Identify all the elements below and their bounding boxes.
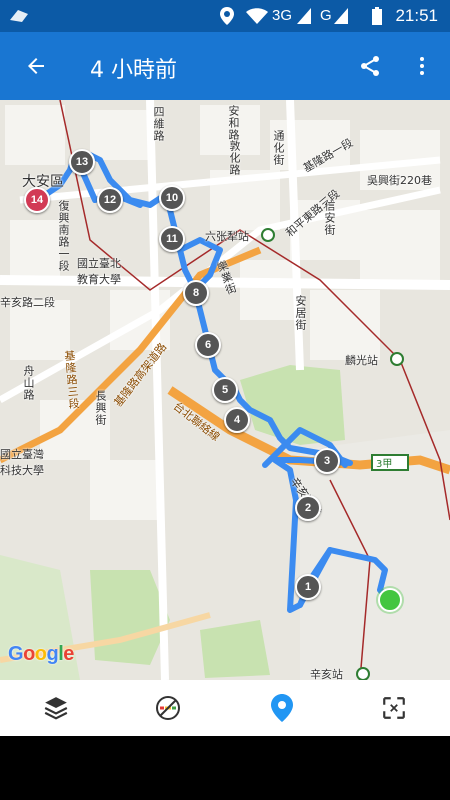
wifi-icon <box>246 8 268 24</box>
map-label-ntust-1: 國立臺灣 <box>0 448 44 461</box>
battery-icon <box>372 7 382 25</box>
map-label-tongye: 通化街 <box>272 130 285 166</box>
track-marker-4[interactable]: 4 <box>224 407 250 433</box>
overflow-menu-button[interactable] <box>394 32 450 100</box>
map-label-liuzhangli: 六张犁站 <box>205 230 249 243</box>
track-marker-8[interactable]: 8 <box>183 280 209 306</box>
map-label-route3: 3甲 <box>376 459 393 470</box>
layers-icon <box>44 697 68 720</box>
map-label-ntue-1: 國立臺北 <box>77 257 121 270</box>
status-bar: 3G G 21:51 <box>0 0 450 32</box>
map-label-xinhai-station: 辛亥站 <box>310 668 343 680</box>
traffic-toggle-button[interactable] <box>112 680 224 736</box>
clock: 21:51 <box>395 6 438 25</box>
mrt-xinhai-icon <box>356 667 370 680</box>
track-marker-12[interactable]: 12 <box>97 187 123 213</box>
more-vert-icon <box>420 57 424 75</box>
map-label-ntue: 教育大學 <box>77 273 121 286</box>
map-label-xinyi: 信安街 <box>323 200 336 236</box>
share-button[interactable] <box>342 32 398 100</box>
fullscreen-button[interactable] <box>338 680 450 736</box>
back-button[interactable] <box>8 32 64 100</box>
fullscreen-icon <box>383 697 405 719</box>
track-marker-13[interactable]: 13 <box>69 149 95 175</box>
track-marker-6[interactable]: 6 <box>195 332 221 358</box>
share-icon <box>361 56 379 76</box>
track-marker-11[interactable]: 11 <box>159 226 185 252</box>
app-bar: 4 小時前 <box>0 32 450 100</box>
track-marker-3[interactable]: 3 <box>314 448 340 474</box>
layers-button[interactable] <box>0 680 112 736</box>
signal-icon-2 <box>334 8 348 24</box>
location-status-icon <box>220 7 234 25</box>
mrt-liuzhangli-icon <box>261 228 275 242</box>
map-view[interactable]: 大安區 復興南路一段 國立臺北 教育大學 辛亥路二段 舟山路 基隆路三段 基隆路… <box>0 100 450 680</box>
map-label-fuxing: 復興南路一段 <box>57 200 70 272</box>
map-label-anhe: 安和路 <box>227 105 240 141</box>
track-end-point[interactable] <box>378 588 402 612</box>
map-label-anju: 安居街 <box>294 295 307 331</box>
map-label-xinhai2: 辛亥路二段 <box>0 296 55 309</box>
track-marker-10[interactable]: 10 <box>159 185 185 211</box>
network-g-label: G <box>320 7 332 24</box>
track-marker-1[interactable]: 1 <box>295 574 321 600</box>
map-label-dunhua: 敦化路 <box>228 140 241 176</box>
map-label-siwei: 四維路 <box>152 106 165 142</box>
no-traffic-icon <box>156 696 180 720</box>
track-marker-14[interactable]: 14 <box>24 187 50 213</box>
page-title: 4 小時前 <box>90 58 177 83</box>
map-label-linguang: 麟光站 <box>345 354 378 367</box>
map-label-zhoushan: 舟山路 <box>22 365 35 401</box>
network-3g-label: 3G <box>272 7 293 24</box>
notification-icon <box>10 10 28 22</box>
bottom-toolbar <box>0 680 450 736</box>
system-nav-area <box>0 736 450 800</box>
track-marker-5[interactable]: 5 <box>212 377 238 403</box>
track-marker-2[interactable]: 2 <box>295 495 321 521</box>
map-label-ntust: 科技大學 <box>0 464 44 477</box>
mrt-linguang-icon <box>390 352 404 366</box>
location-pin-icon <box>271 694 293 722</box>
my-location-button[interactable] <box>226 680 338 736</box>
map-label-changxing: 長興街 <box>94 390 107 426</box>
signal-icon-1 <box>297 8 311 24</box>
google-logo: Google <box>8 643 74 665</box>
map-label-wuxing: 吳興街220巷 <box>367 174 432 187</box>
arrow-back-icon <box>28 58 44 74</box>
